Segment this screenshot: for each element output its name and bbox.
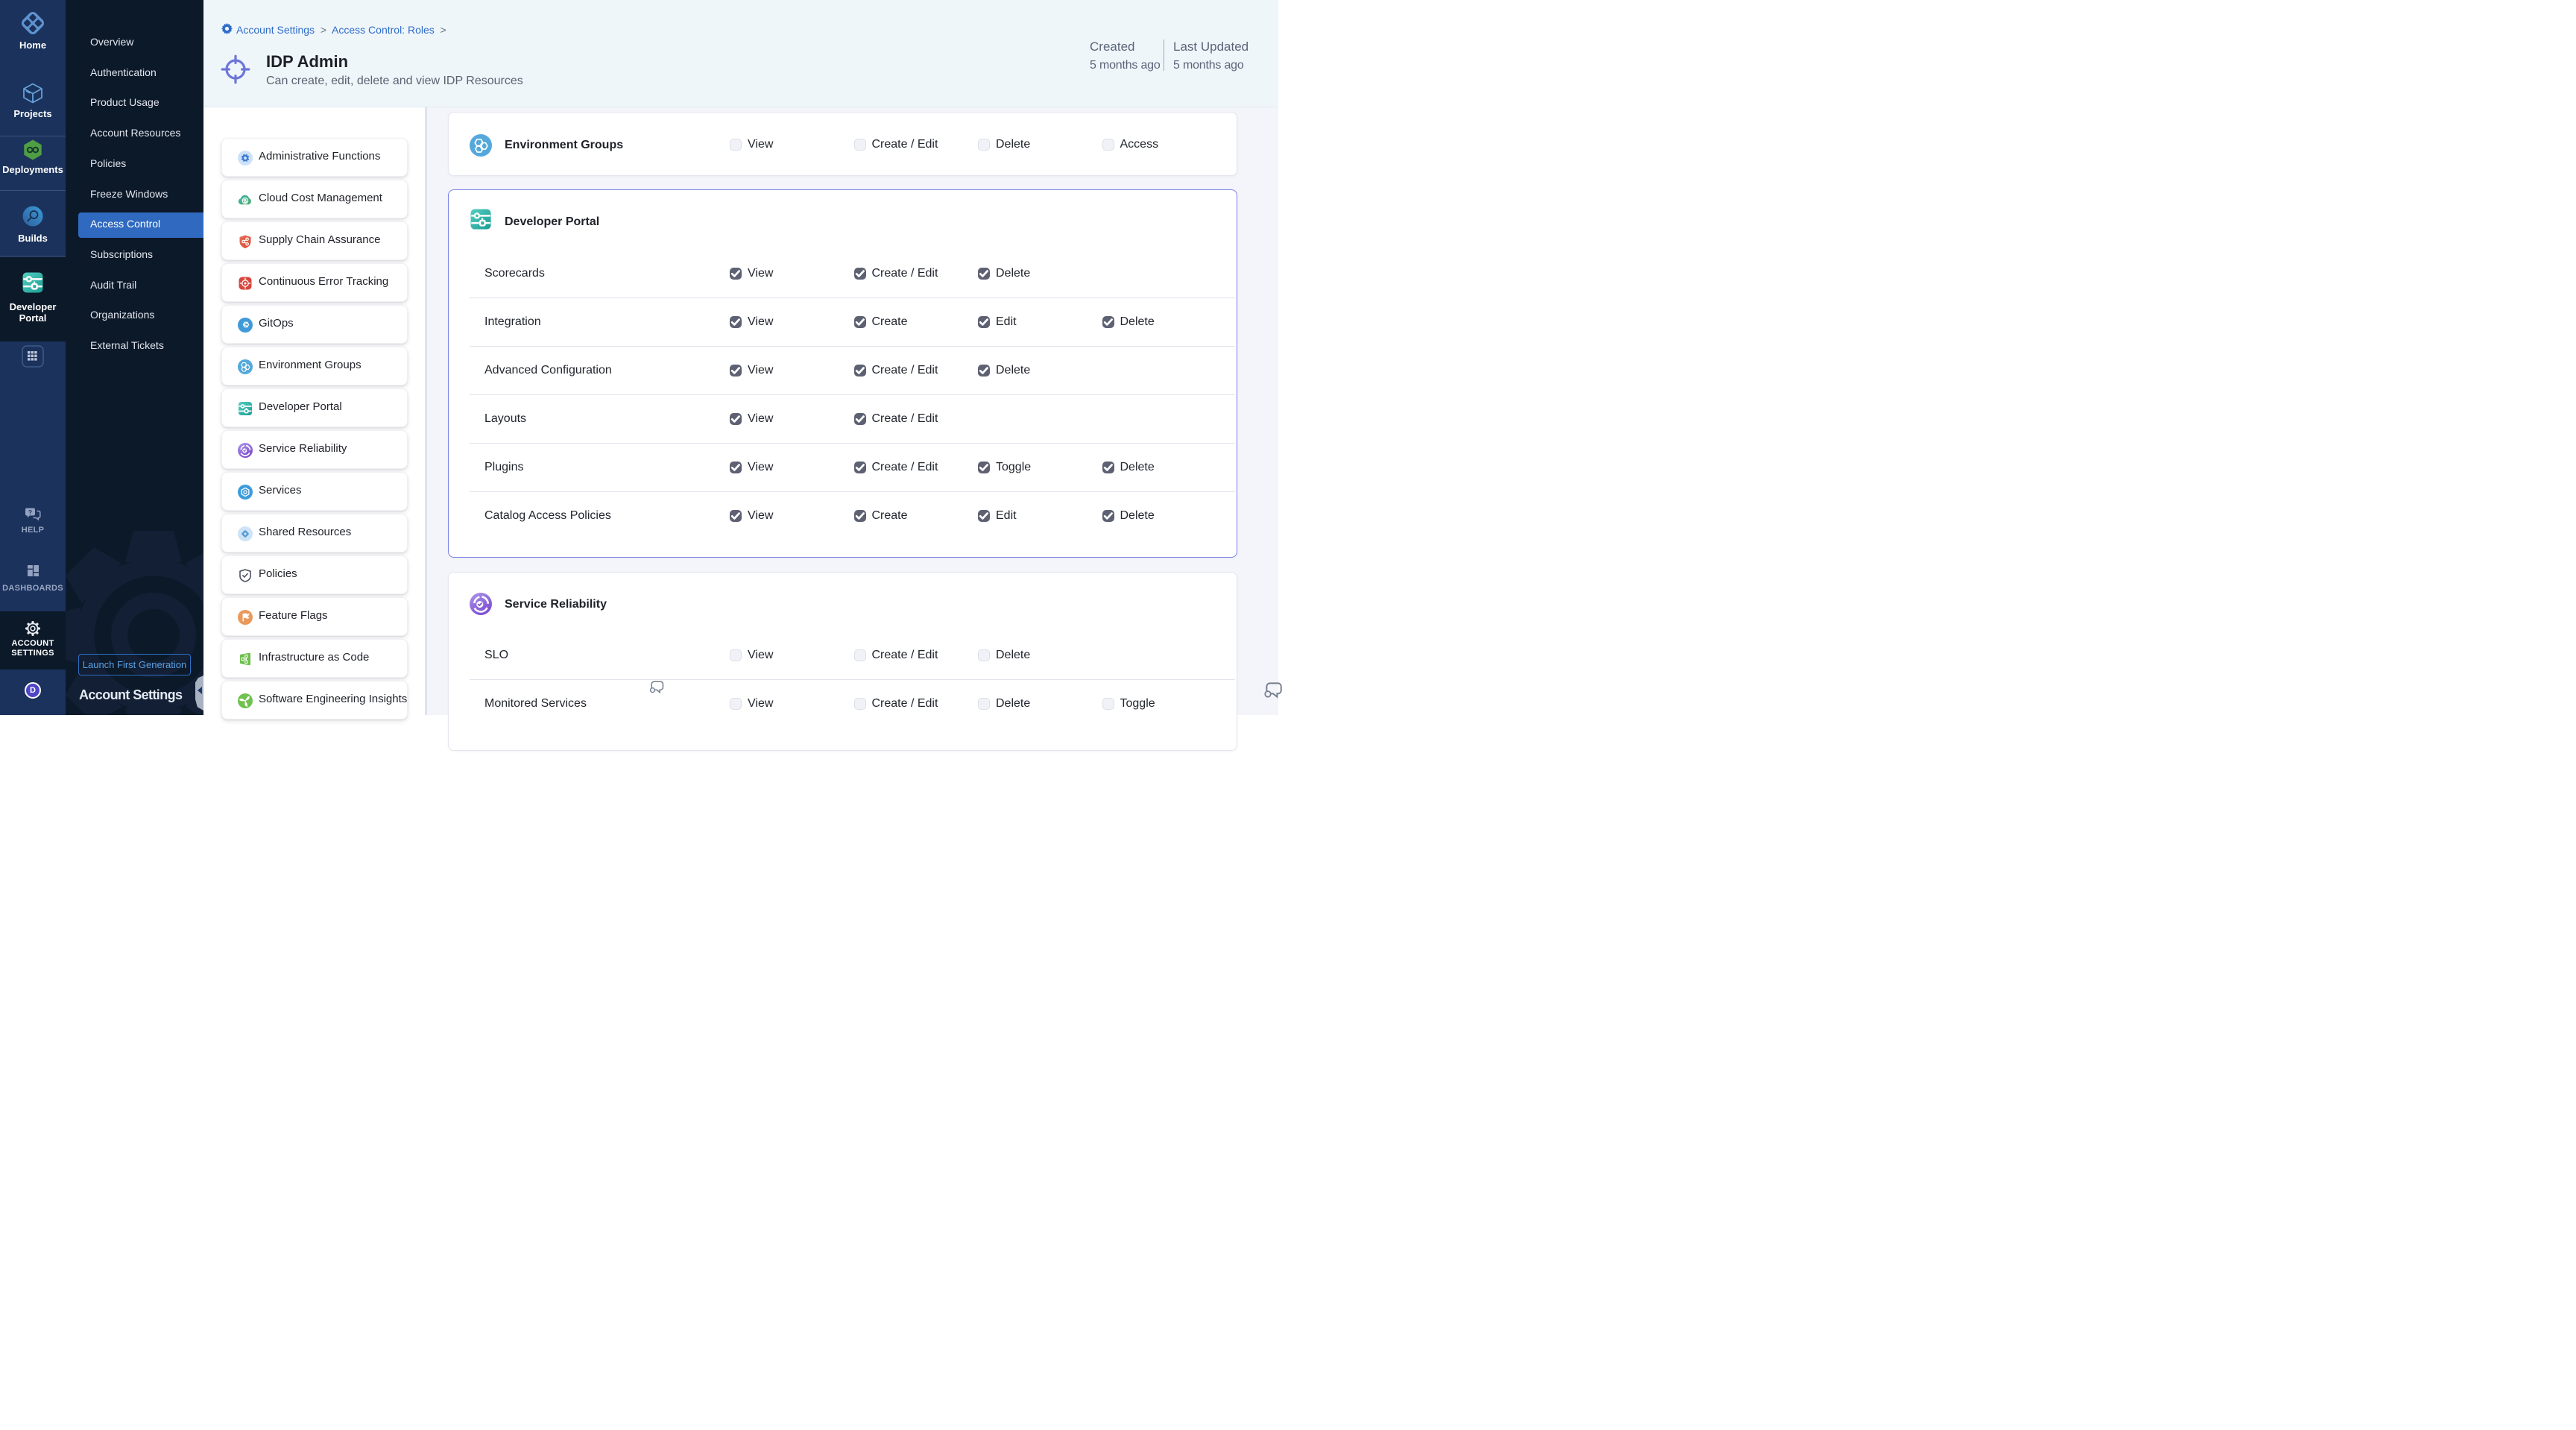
svg-text:?: ?	[28, 508, 32, 516]
